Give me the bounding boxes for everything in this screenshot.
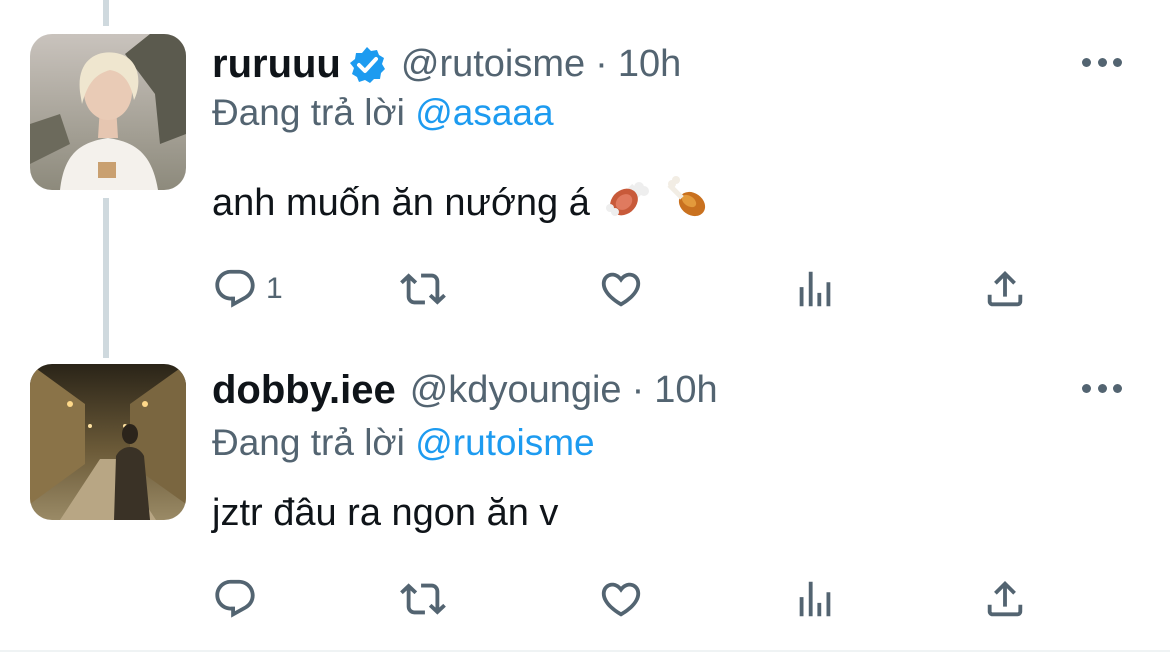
replying-to: Đang trả lời @asaaa xyxy=(212,92,554,134)
poultry-leg-icon xyxy=(666,176,710,230)
views-chart-icon xyxy=(799,271,831,307)
retweet-icon xyxy=(400,583,446,615)
tweet-actions xyxy=(212,576,1062,626)
replying-mention-link[interactable]: @rutoisme xyxy=(415,422,594,463)
tweet-actions: 1 xyxy=(212,266,1062,316)
views-button[interactable] xyxy=(792,576,838,622)
tweet-text: anh muốn ăn nướng á xyxy=(212,176,710,230)
reply-count: 1 xyxy=(266,272,283,305)
reply-icon xyxy=(215,269,255,308)
avatar[interactable] xyxy=(30,364,186,520)
views-chart-icon xyxy=(799,581,831,617)
reply-button[interactable]: 1 xyxy=(212,266,283,312)
tweet[interactable]: dobby.iee @kdyoungie · 10h Đang trả lời … xyxy=(0,350,1170,652)
user-handle[interactable]: @rutoisme xyxy=(401,43,585,86)
verified-badge-icon xyxy=(347,45,387,85)
display-name[interactable]: dobby.iee xyxy=(212,368,396,413)
retweet-button[interactable] xyxy=(400,576,446,622)
more-options-icon[interactable] xyxy=(1082,384,1122,396)
retweet-button[interactable] xyxy=(400,266,446,312)
user-handle[interactable]: @kdyoungie xyxy=(410,369,622,412)
replying-prefix: Đang trả lời xyxy=(212,422,405,463)
separator-dot: · xyxy=(595,43,608,85)
tweet[interactable]: ruruuu @rutoisme · 10h Đang trả lời @asa… xyxy=(0,0,1170,350)
share-button[interactable] xyxy=(982,576,1028,622)
like-button[interactable] xyxy=(598,576,644,622)
more-options-icon[interactable] xyxy=(1082,58,1122,70)
heart-icon xyxy=(601,582,641,617)
replying-mention-link[interactable]: @asaaa xyxy=(415,92,553,133)
tweet-header: ruruuu @rutoisme · 10h xyxy=(212,42,681,87)
meat-on-bone-icon xyxy=(605,176,650,230)
views-button[interactable] xyxy=(792,266,838,312)
replying-prefix: Đang trả lời xyxy=(212,92,405,133)
display-name[interactable]: ruruuu xyxy=(212,42,341,87)
separator-dot: · xyxy=(631,369,645,411)
tweet-text-content: anh muốn ăn nướng á xyxy=(212,181,590,224)
share-icon xyxy=(987,580,1023,617)
share-button[interactable] xyxy=(982,266,1028,312)
retweet-icon xyxy=(400,273,446,305)
tweet-text: jztr đâu ra ngon ăn v xyxy=(212,492,558,535)
share-icon xyxy=(987,270,1023,307)
timestamp[interactable]: 10h xyxy=(618,43,681,86)
tweet-text-content: jztr đâu ra ngon ăn v xyxy=(212,492,559,534)
avatar[interactable] xyxy=(30,34,186,190)
heart-icon xyxy=(601,272,641,307)
tweet-header: dobby.iee @kdyoungie · 10h xyxy=(212,368,718,413)
like-button[interactable] xyxy=(598,266,644,312)
timestamp[interactable]: 10h xyxy=(654,369,717,412)
reply-button[interactable] xyxy=(212,576,266,622)
reply-icon xyxy=(215,579,255,618)
replying-to: Đang trả lời @rutoisme xyxy=(212,422,595,464)
